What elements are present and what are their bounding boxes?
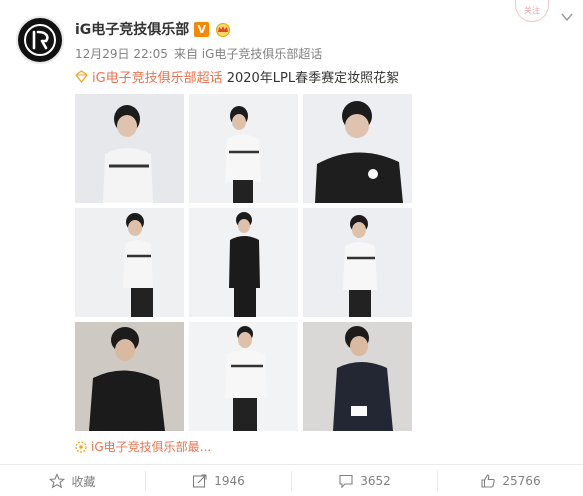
favorite-label: 收藏 xyxy=(71,474,96,489)
photo-3[interactable] xyxy=(303,94,412,203)
crown-icon[interactable] xyxy=(214,22,232,37)
like-button[interactable]: 25766 xyxy=(438,471,583,491)
photo-7[interactable] xyxy=(75,322,184,431)
repost-icon xyxy=(193,474,207,488)
action-bar: 收藏 1946 3652 25766 xyxy=(0,464,583,496)
photo-8[interactable] xyxy=(189,322,298,431)
timestamp[interactable]: 12月29日 22:05 xyxy=(75,45,168,62)
post-source[interactable]: 来自 iG电子竞技俱乐部超话 xyxy=(174,45,322,62)
supertopic-link[interactable]: iG电子竞技俱乐部超话 xyxy=(92,67,223,86)
star-icon xyxy=(49,473,66,489)
photo-4[interactable] xyxy=(75,208,184,317)
repost-count: 1946 xyxy=(214,474,245,488)
avatar[interactable] xyxy=(16,16,64,64)
ig-logo-icon xyxy=(24,24,56,56)
diamond-icon xyxy=(75,70,88,83)
like-count: 25766 xyxy=(502,474,541,488)
supertopic-footer[interactable]: iG电子竞技俱乐部最... xyxy=(75,438,211,455)
post-text: iG电子竞技俱乐部超话 2020年LPL春季赛定妆照花絮 xyxy=(75,67,399,86)
repost-button[interactable]: 1946 xyxy=(146,471,292,491)
follow-stamp: 关注 xyxy=(515,0,549,22)
post-meta: 12月29日 22:05 来自 iG电子竞技俱乐部超话 xyxy=(75,45,322,62)
thumbs-up-icon xyxy=(481,474,496,488)
photo-5[interactable] xyxy=(189,208,298,317)
follow-stamp-text: 关注 xyxy=(524,6,540,15)
chevron-down-icon[interactable] xyxy=(561,12,573,22)
photo-2[interactable] xyxy=(189,94,298,203)
supertopic-footer-link[interactable]: iG电子竞技俱乐部最... xyxy=(91,438,211,455)
post-body-text: 2020年LPL春季赛定妆照花絮 xyxy=(226,71,400,86)
photo-1[interactable] xyxy=(75,94,184,203)
photo-9[interactable] xyxy=(303,322,412,431)
user-name[interactable]: iG电子竞技俱乐部 xyxy=(75,19,189,39)
comment-icon xyxy=(339,474,353,489)
comment-count: 3652 xyxy=(360,474,391,488)
post-header: iG电子竞技俱乐部 V xyxy=(75,19,232,39)
photo-6[interactable] xyxy=(303,208,412,317)
favorite-button[interactable]: 收藏 xyxy=(0,471,146,491)
supertopic-icon xyxy=(75,440,87,453)
vip-badge-icon[interactable]: V xyxy=(194,21,210,37)
comment-button[interactable]: 3652 xyxy=(292,471,438,491)
